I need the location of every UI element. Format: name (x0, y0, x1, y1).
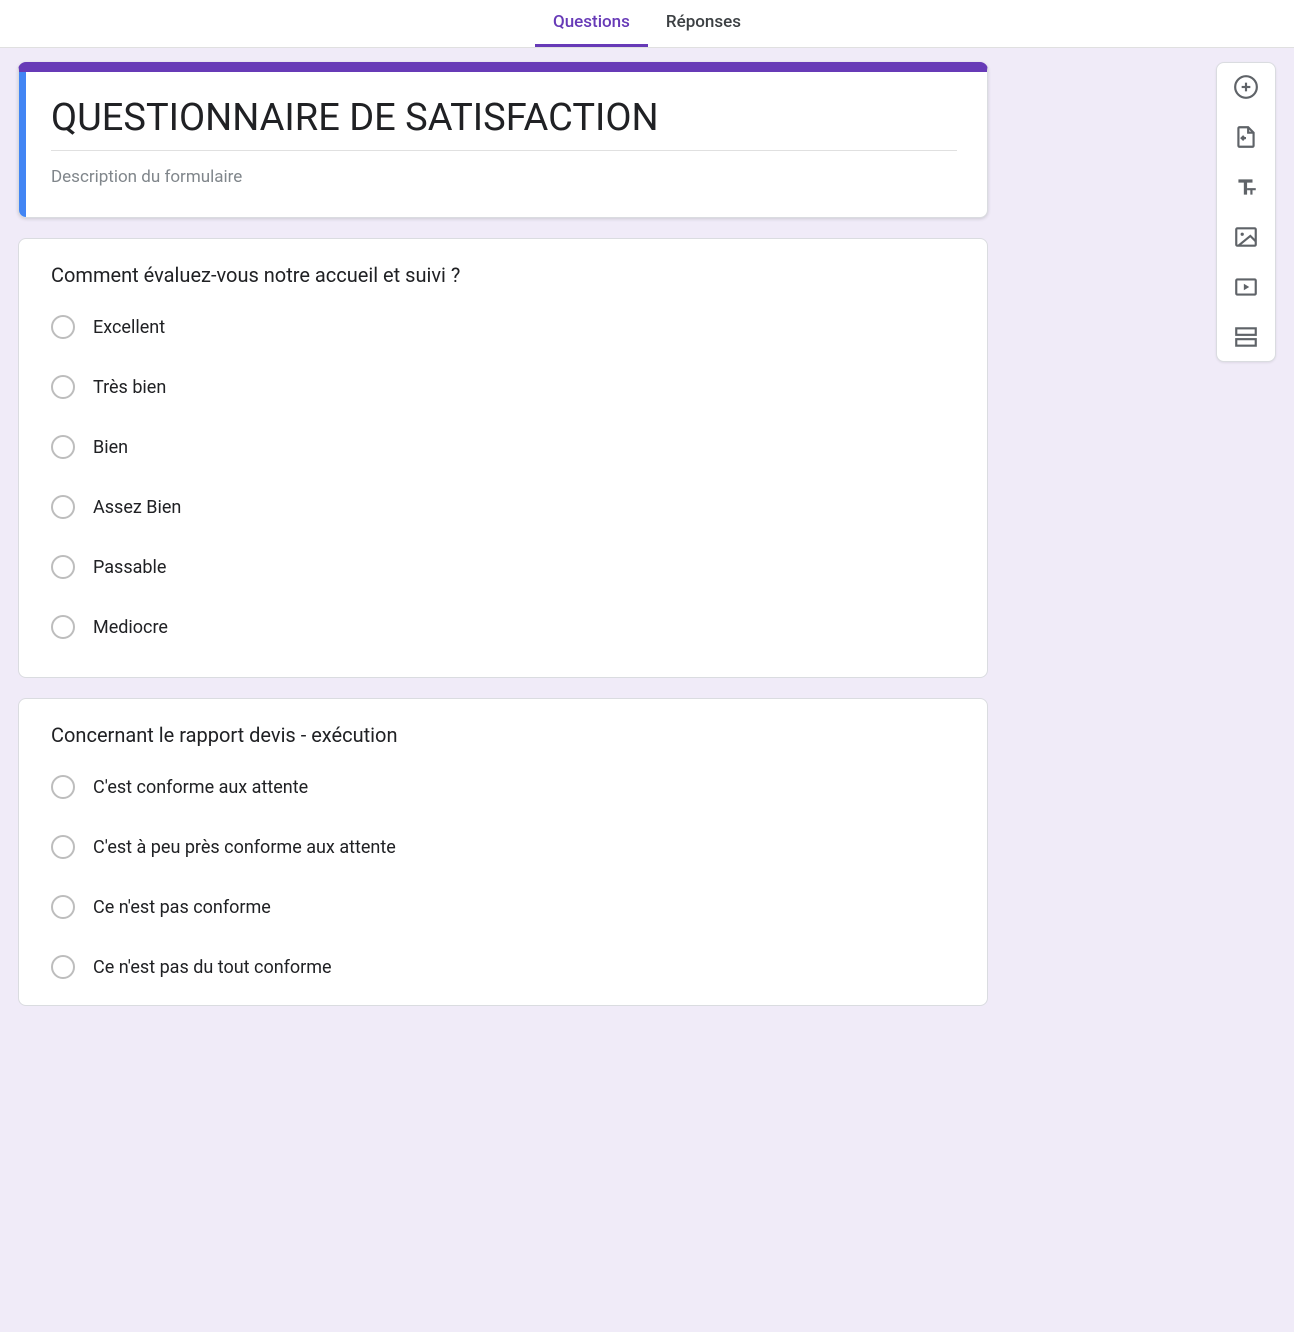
option-label: Assez Bien (93, 497, 181, 518)
option-row[interactable]: Mediocre (51, 615, 957, 639)
radio-icon (51, 495, 75, 519)
radio-icon (51, 375, 75, 399)
form-canvas: QUESTIONNAIRE DE SATISFACTION Descriptio… (0, 48, 1294, 1040)
tab-questions[interactable]: Questions (535, 0, 648, 47)
option-row[interactable]: Très bien (51, 375, 957, 399)
video-icon (1233, 274, 1259, 300)
radio-icon (51, 775, 75, 799)
floating-toolbar (1216, 62, 1276, 362)
add-question-button[interactable] (1232, 73, 1260, 101)
image-icon (1233, 224, 1259, 250)
option-label: C'est à peu près conforme aux attente (93, 837, 396, 858)
option-row[interactable]: Ce n'est pas conforme (51, 895, 957, 919)
radio-icon (51, 615, 75, 639)
option-row[interactable]: C'est à peu près conforme aux attente (51, 835, 957, 859)
question-card-2[interactable]: Concernant le rapport devis - exécution … (18, 698, 988, 1006)
option-label: Bien (93, 437, 128, 458)
option-label: Mediocre (93, 617, 168, 638)
option-label: Très bien (93, 377, 166, 398)
option-label: Ce n'est pas conforme (93, 897, 271, 918)
question-title[interactable]: Comment évaluez-vous notre accueil et su… (51, 263, 957, 287)
option-row[interactable]: Assez Bien (51, 495, 957, 519)
option-label: C'est conforme aux attente (93, 777, 308, 798)
option-row[interactable]: Bien (51, 435, 957, 459)
add-title-button[interactable] (1232, 173, 1260, 201)
form-title[interactable]: QUESTIONNAIRE DE SATISFACTION (51, 96, 957, 151)
tab-responses[interactable]: Réponses (648, 0, 759, 47)
question-card-1[interactable]: Comment évaluez-vous notre accueil et su… (18, 238, 988, 678)
option-row[interactable]: Passable (51, 555, 957, 579)
option-row[interactable]: C'est conforme aux attente (51, 775, 957, 799)
radio-icon (51, 955, 75, 979)
add-image-button[interactable] (1232, 223, 1260, 251)
radio-icon (51, 895, 75, 919)
radio-icon (51, 835, 75, 859)
option-row[interactable]: Excellent (51, 315, 957, 339)
import-file-icon (1233, 124, 1259, 150)
import-questions-button[interactable] (1232, 123, 1260, 151)
radio-icon (51, 435, 75, 459)
option-label: Passable (93, 557, 166, 578)
option-label: Ce n'est pas du tout conforme (93, 957, 332, 978)
tab-bar: Questions Réponses (0, 0, 1294, 48)
add-section-button[interactable] (1232, 323, 1260, 351)
form-header-card[interactable]: QUESTIONNAIRE DE SATISFACTION Descriptio… (18, 62, 988, 218)
radio-icon (51, 315, 75, 339)
form-description[interactable]: Description du formulaire (51, 167, 957, 187)
option-label: Excellent (93, 317, 165, 338)
add-video-button[interactable] (1232, 273, 1260, 301)
plus-circle-icon (1233, 74, 1259, 100)
question-title[interactable]: Concernant le rapport devis - exécution (51, 723, 957, 747)
radio-icon (51, 555, 75, 579)
text-title-icon (1233, 174, 1259, 200)
form-column: QUESTIONNAIRE DE SATISFACTION Descriptio… (18, 62, 988, 1026)
option-row[interactable]: Ce n'est pas du tout conforme (51, 955, 957, 979)
section-icon (1233, 324, 1259, 350)
